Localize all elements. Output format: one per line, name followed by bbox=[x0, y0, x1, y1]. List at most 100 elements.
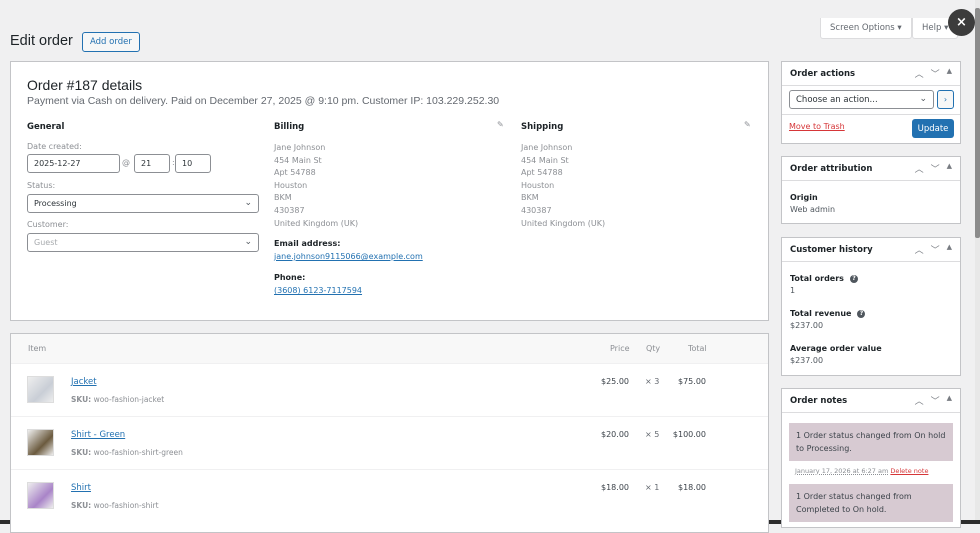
edit-shipping-pencil-icon[interactable]: ✎ bbox=[744, 120, 751, 129]
product-thumbnail bbox=[27, 376, 54, 403]
status-value: Processing bbox=[34, 199, 77, 208]
product-thumbnail bbox=[27, 429, 54, 456]
scrollbar[interactable] bbox=[975, 0, 980, 520]
minute-input[interactable]: 10 bbox=[175, 154, 211, 173]
product-link[interactable]: Jacket bbox=[71, 377, 97, 387]
update-button[interactable]: Update bbox=[912, 119, 954, 138]
move-up-icon[interactable]: ︿ bbox=[915, 67, 924, 80]
general-heading: General bbox=[27, 122, 65, 132]
toggle-icon[interactable]: ▲ bbox=[947, 394, 952, 407]
address-line: Apt 54788 bbox=[521, 168, 563, 178]
product-thumbnail bbox=[27, 482, 54, 509]
select-value: Choose an action... bbox=[796, 94, 878, 105]
delete-note-link[interactable]: Delete note bbox=[890, 467, 928, 475]
help-icon[interactable]: ? bbox=[857, 309, 866, 318]
sku-label: SKU: bbox=[71, 501, 92, 510]
customer-history-box: Customer history ︿ ﹀ ▲ Total orders? 1 Tota… bbox=[781, 237, 961, 376]
move-down-icon[interactable]: ﹀ bbox=[931, 67, 940, 80]
order-title: Order #187 details bbox=[27, 77, 143, 93]
move-down-icon[interactable]: ﹀ bbox=[931, 394, 940, 407]
chevron-down-icon: ⌄ bbox=[244, 237, 252, 247]
box-title: Order notes bbox=[790, 395, 848, 406]
address-line: Houston bbox=[521, 180, 555, 190]
email-link[interactable]: jane.johnson9115066@example.com bbox=[274, 252, 423, 261]
total-revenue-value: $237.00 bbox=[790, 321, 824, 330]
order-note: 1 Order status changed from Completed to… bbox=[789, 484, 953, 522]
sku-value: woo-fashion-shirt bbox=[93, 501, 159, 510]
item-row: Jacket SKU: woo-fashion-jacket $25.00 × … bbox=[11, 363, 768, 416]
item-qty: × 3 bbox=[645, 377, 660, 386]
move-up-icon[interactable]: ︿ bbox=[915, 162, 924, 175]
customer-select[interactable]: Guest ⌄ bbox=[27, 233, 259, 252]
sku-label: SKU: bbox=[71, 395, 92, 404]
product-link[interactable]: Shirt bbox=[71, 483, 91, 493]
order-items-panel: Item Price Qty Total Jacket SKU: woo-fas… bbox=[10, 333, 769, 533]
order-action-select[interactable]: Choose an action... ⌄ bbox=[789, 90, 934, 109]
address-line: United Kingdom (UK) bbox=[521, 218, 606, 228]
order-note: 1 Order status changed from On hold to P… bbox=[789, 423, 953, 461]
item-price: $25.00 bbox=[601, 377, 629, 386]
header-item: Item bbox=[28, 344, 47, 353]
aov-label: Average order value bbox=[790, 344, 882, 353]
order-actions-box: Order actions ︿ ﹀ ▲ Choose an action... ⌄ › … bbox=[781, 61, 961, 144]
aov-value: $237.00 bbox=[790, 356, 824, 365]
date-input[interactable]: 2025-12-27 bbox=[27, 154, 120, 173]
order-meta: Payment via Cash on delivery. Paid on De… bbox=[27, 95, 500, 107]
origin-value: Web admin bbox=[790, 205, 836, 214]
address-line: 430387 bbox=[521, 205, 552, 215]
move-up-icon[interactable]: ︿ bbox=[915, 394, 924, 407]
date-label: Date created: bbox=[27, 142, 82, 151]
hour-input[interactable]: 21 bbox=[134, 154, 170, 173]
move-down-icon[interactable]: ﹀ bbox=[931, 162, 940, 175]
move-down-icon[interactable]: ﹀ bbox=[931, 243, 940, 256]
apply-action-button[interactable]: › bbox=[937, 90, 954, 109]
box-title: Customer history bbox=[790, 244, 873, 255]
item-total: $100.00 bbox=[672, 430, 706, 439]
box-title: Order actions bbox=[790, 68, 856, 79]
status-label: Status: bbox=[27, 181, 56, 190]
add-order-button[interactable]: Add order bbox=[82, 32, 140, 52]
address-line: BKM bbox=[274, 193, 292, 203]
order-details-panel: Order #187 details Payment via Cash on d… bbox=[10, 61, 769, 321]
toggle-icon[interactable]: ▲ bbox=[947, 162, 952, 175]
move-up-icon[interactable]: ︿ bbox=[915, 243, 924, 256]
address-line: Houston bbox=[274, 180, 308, 190]
item-row: Shirt - Green SKU: woo-fashion-shirt-gre… bbox=[11, 416, 768, 469]
chevron-down-icon: ⌄ bbox=[244, 198, 252, 208]
edit-billing-pencil-icon[interactable]: ✎ bbox=[497, 120, 504, 129]
address-line: 454 Main St bbox=[521, 155, 569, 165]
note-date: January 17, 2026 at 6:27 am bbox=[795, 467, 889, 475]
page-title: Edit order bbox=[10, 33, 73, 49]
email-label: Email address: bbox=[274, 239, 341, 248]
order-notes-box: Order notes ︿ ﹀ ▲ 1 Order status changed fr… bbox=[781, 388, 961, 528]
header-total: Total bbox=[688, 344, 707, 353]
product-sku: SKU: woo-fashion-jacket bbox=[71, 395, 164, 404]
phone-link[interactable]: (3608) 6123-7117594 bbox=[274, 286, 362, 295]
help-icon[interactable]: ? bbox=[849, 274, 858, 283]
items-header: Item Price Qty Total bbox=[11, 334, 768, 363]
close-icon[interactable]: × bbox=[948, 9, 975, 36]
phone-label: Phone: bbox=[274, 273, 306, 282]
sku-value: woo-fashion-jacket bbox=[93, 395, 165, 404]
item-price: $18.00 bbox=[601, 483, 629, 492]
item-total: $18.00 bbox=[678, 483, 706, 492]
total-revenue-label: Total revenue bbox=[790, 309, 852, 318]
total-orders-label: Total orders bbox=[790, 274, 844, 283]
address-line: Jane Johnson bbox=[521, 143, 573, 152]
toggle-icon[interactable]: ▲ bbox=[947, 67, 952, 80]
address-line: United Kingdom (UK) bbox=[274, 218, 359, 228]
billing-address: Jane Johnson 454 Main St Apt 54788 Houst… bbox=[274, 142, 358, 230]
status-select[interactable]: Processing ⌄ bbox=[27, 194, 259, 213]
screen-options-button[interactable]: Screen Options ▾ bbox=[820, 18, 912, 39]
item-total: $75.00 bbox=[678, 377, 706, 386]
box-title: Order attribution bbox=[790, 163, 873, 174]
item-qty: × 5 bbox=[645, 430, 660, 439]
item-row: Shirt SKU: woo-fashion-shirt $18.00 × 1 … bbox=[11, 469, 768, 522]
product-link[interactable]: Shirt - Green bbox=[71, 430, 125, 440]
address-line: 454 Main St bbox=[274, 155, 322, 165]
address-line: Jane Johnson bbox=[274, 143, 326, 152]
item-price: $20.00 bbox=[601, 430, 629, 439]
move-to-trash-link[interactable]: Move to Trash bbox=[789, 122, 845, 131]
toggle-icon[interactable]: ▲ bbox=[947, 243, 952, 256]
note-text: 1 Order status changed from Completed to… bbox=[796, 492, 912, 514]
